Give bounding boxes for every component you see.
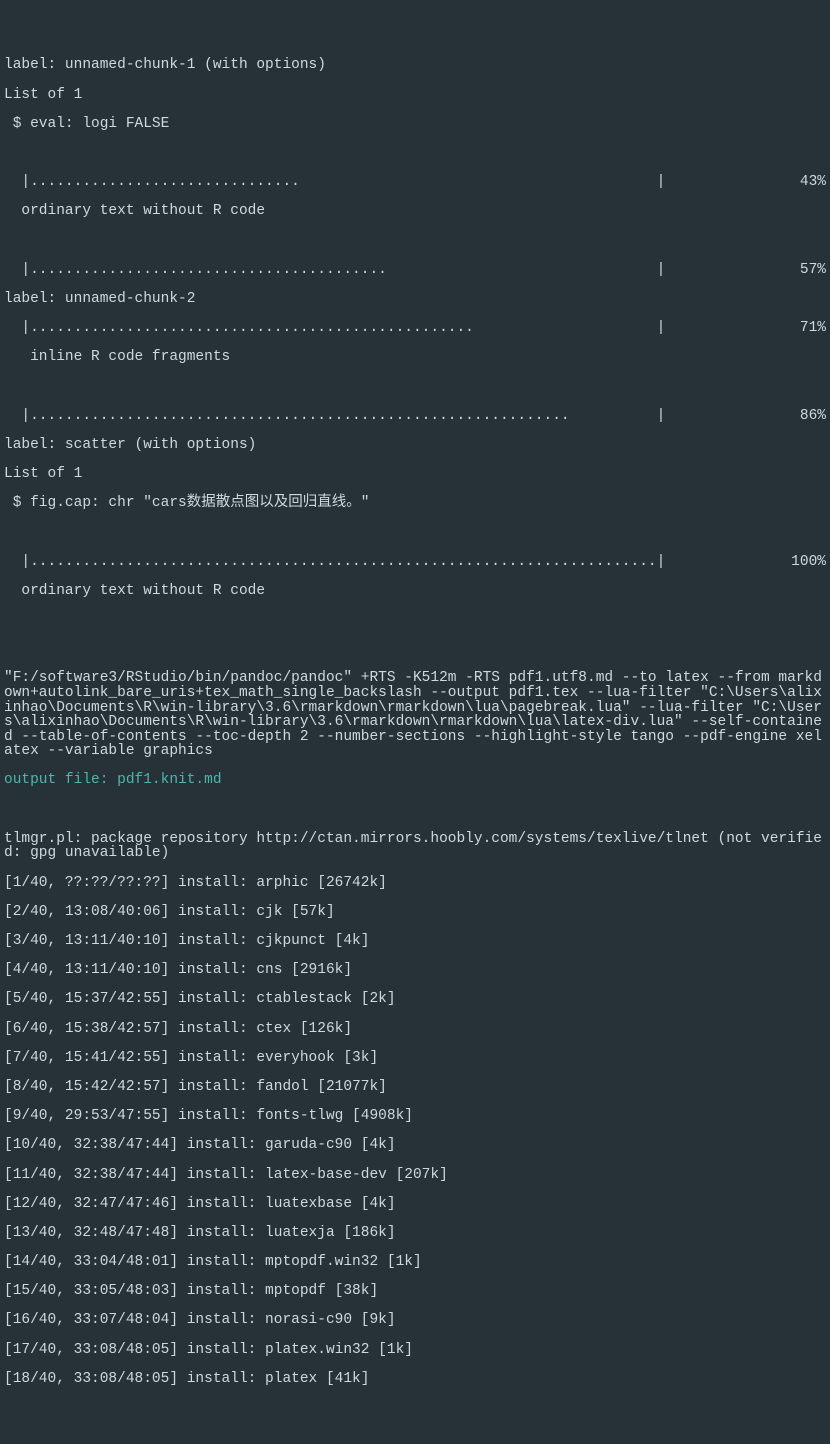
pandoc-command: "F:/software3/RStudio/bin/pandoc/pandoc"… — [4, 671, 826, 759]
install-line: [9/40, 29:53/47:55] install: fonts-tlwg … — [4, 1109, 826, 1124]
blank-line — [4, 234, 826, 249]
progress-line: |.......................................… — [4, 409, 826, 424]
blank-line — [4, 146, 826, 161]
blank-line — [4, 379, 826, 394]
install-line: [11/40, 32:38/47:44] install: latex-base… — [4, 1168, 826, 1183]
install-line: [6/40, 15:38/42:57] install: ctex [126k] — [4, 1022, 826, 1037]
install-line: [5/40, 15:37/42:55] install: ctablestack… — [4, 992, 826, 1007]
install-line: [17/40, 33:08/48:05] install: platex.win… — [4, 1343, 826, 1358]
install-line: [4/40, 13:11/40:10] install: cns [2916k] — [4, 963, 826, 978]
install-line: [7/40, 15:41/42:55] install: everyhook [… — [4, 1051, 826, 1066]
tlmgr-line: tlmgr.pl: package repository http://ctan… — [4, 832, 826, 861]
console-line: $ fig.cap: chr "cars数据散点图以及回归直线。" — [4, 496, 826, 511]
progress-line: |.......................................… — [4, 555, 826, 570]
install-line: [2/40, 13:08/40:06] install: cjk [57k] — [4, 905, 826, 920]
install-line: [18/40, 33:08/48:05] install: platex [41… — [4, 1372, 826, 1387]
install-line: [3/40, 13:11/40:10] install: cjkpunct [4… — [4, 934, 826, 949]
blank-line — [4, 613, 826, 628]
output-file-line: output file: pdf1.knit.md — [4, 773, 826, 788]
install-line: [15/40, 33:05/48:03] install: mptopdf [3… — [4, 1284, 826, 1299]
install-line: [1/40, ??:??/??:??] install: arphic [267… — [4, 876, 826, 891]
install-line: [16/40, 33:07/48:04] install: norasi-c90… — [4, 1313, 826, 1328]
console-line: List of 1 — [4, 88, 826, 103]
blank-line — [4, 642, 826, 657]
install-line: [10/40, 32:38/47:44] install: garuda-c90… — [4, 1138, 826, 1153]
console-line: inline R code fragments — [4, 350, 826, 365]
install-line: [8/40, 15:42/42:57] install: fandol [210… — [4, 1080, 826, 1095]
blank-line — [4, 803, 826, 818]
console-line: label: unnamed-chunk-1 (with options) — [4, 58, 826, 73]
install-line: [14/40, 33:04/48:01] install: mptopdf.wi… — [4, 1255, 826, 1270]
install-line: [12/40, 32:47/47:46] install: luatexbase… — [4, 1197, 826, 1212]
console-line: $ eval: logi FALSE — [4, 117, 826, 132]
console-line: ordinary text without R code — [4, 204, 826, 219]
console-line: label: scatter (with options) — [4, 438, 826, 453]
console-line: List of 1 — [4, 467, 826, 482]
blank-line — [4, 525, 826, 540]
progress-line: |.......................................… — [4, 263, 826, 278]
install-line: [13/40, 32:48/47:48] install: luatexja [… — [4, 1226, 826, 1241]
console-line: ordinary text without R code — [4, 584, 826, 599]
progress-line: |............................... | 43% — [4, 175, 826, 190]
console-line: label: unnamed-chunk-2 — [4, 292, 826, 307]
progress-line: |.......................................… — [4, 321, 826, 336]
